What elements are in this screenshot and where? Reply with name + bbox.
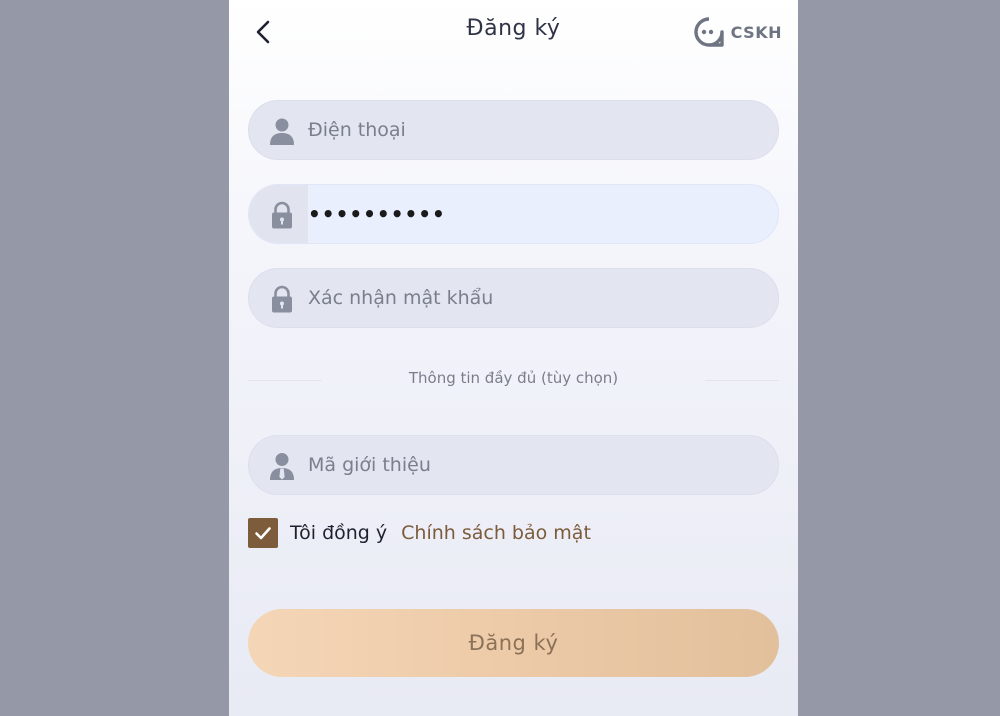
referral-code-input[interactable] (308, 436, 768, 494)
user-icon (270, 118, 294, 145)
lock-icon (272, 285, 292, 313)
agreement-row: Tôi đồng ý Chính sách bảo mật (248, 517, 591, 549)
password-input[interactable] (308, 185, 768, 243)
password-field[interactable] (248, 184, 779, 244)
header: Đăng ký CSKH (229, 0, 798, 64)
checkmark-icon (255, 527, 271, 540)
confirm-password-field[interactable] (248, 268, 779, 328)
optional-info-label: Thông tin đầy đủ (tùy chọn) (408, 369, 619, 387)
confirm-password-input[interactable] (308, 269, 768, 327)
phone-field[interactable] (248, 100, 779, 160)
agree-label: Tôi đồng ý (290, 522, 388, 544)
divider-line-right (705, 380, 779, 381)
optional-info-divider: Thông tin đầy đủ (tùy chọn) (229, 368, 798, 392)
lock-icon (272, 201, 292, 229)
register-button[interactable]: Đăng ký (248, 609, 779, 677)
referral-code-field[interactable] (248, 435, 779, 495)
support-label: CSKH (730, 22, 782, 42)
customer-support-button[interactable]: CSKH (692, 16, 782, 48)
privacy-policy-link[interactable]: Chính sách bảo mật (401, 522, 591, 544)
agree-checkbox[interactable] (248, 518, 278, 548)
referrer-icon (270, 453, 294, 480)
phone-input[interactable] (308, 101, 768, 159)
register-screen: Đăng ký CSKH Điện thoại •••••••••• Thông… (229, 0, 798, 716)
chat-support-icon (693, 17, 724, 47)
